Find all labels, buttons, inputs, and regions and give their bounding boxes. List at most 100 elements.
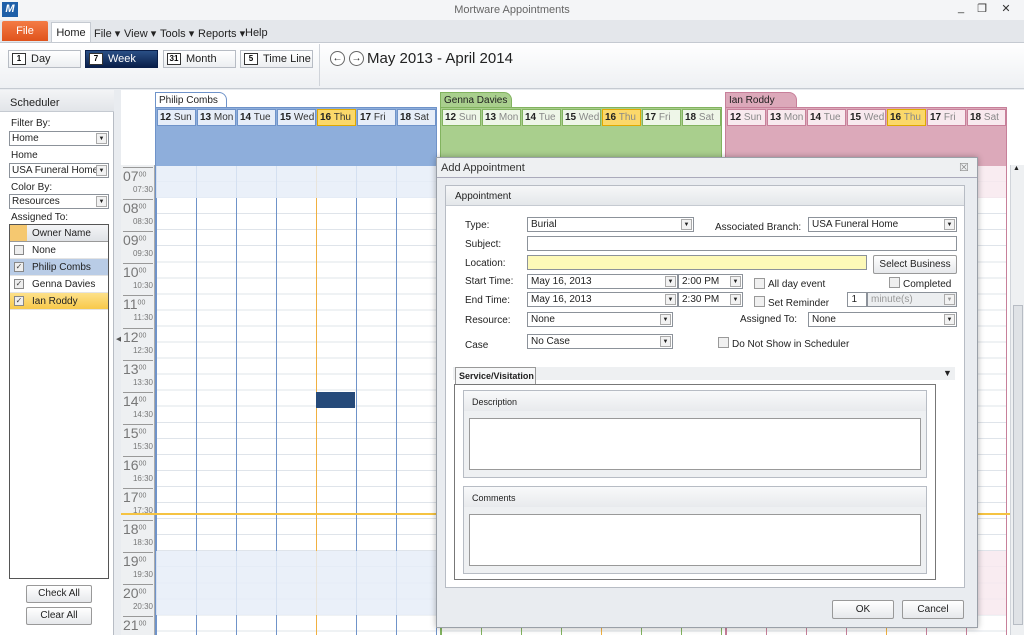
menu-view[interactable]: View ▾ [124, 27, 156, 40]
day-header[interactable]: 14 Tue [807, 109, 846, 126]
comments-textarea[interactable] [469, 514, 921, 566]
subject-label: Subject: [465, 239, 502, 250]
filter-by-select[interactable]: Home ▼ [9, 131, 109, 146]
minutes: 30 [144, 602, 153, 612]
set-reminder-checkbox[interactable] [754, 296, 765, 307]
location-label: Location: [465, 258, 506, 269]
close-button[interactable]: ✕ [997, 2, 1015, 15]
restore-button[interactable]: ❐ [973, 2, 991, 15]
checkbox[interactable]: ✓ [14, 296, 24, 306]
owner-name-header[interactable]: Owner Name [32, 225, 91, 242]
all-day-checkbox[interactable] [754, 278, 765, 289]
end-time-select[interactable]: 2:30 PM ▼ [678, 292, 743, 307]
scroll-up-icon[interactable]: ▲ [1013, 165, 1020, 172]
select-business-button[interactable]: Select Business [873, 255, 957, 274]
color-by-label: Color By: [11, 182, 53, 193]
resource-tab[interactable]: Philip Combs [155, 92, 227, 107]
day-header[interactable]: 18 Sat [682, 109, 721, 126]
branch-select[interactable]: USA Funeral Home ▼ [808, 217, 957, 232]
type-label: Type: [465, 220, 490, 231]
day-header[interactable]: 13 Mon [482, 109, 521, 126]
resource-tab[interactable]: Genna Davies [440, 92, 512, 107]
completed-checkbox[interactable] [889, 277, 900, 288]
menu-file[interactable]: File ▾ [94, 27, 120, 40]
description-textarea[interactable] [469, 418, 921, 470]
reminder-stepper[interactable]: 1 [847, 292, 867, 307]
end-date-picker[interactable]: May 16, 2013 ▼ [527, 292, 678, 307]
minutes: 00 [137, 299, 146, 307]
prev-arrow-icon[interactable]: ← [330, 51, 345, 66]
resource-select[interactable]: None ▼ [527, 312, 673, 327]
checkbox[interactable]: ✓ [14, 279, 24, 289]
day-name: Sun [173, 112, 192, 123]
day-header[interactable]: 13 Mon [767, 109, 806, 126]
tab-menu-icon[interactable]: ▼ [943, 368, 952, 378]
tab-home[interactable]: Home [51, 22, 91, 43]
menu-help[interactable]: Help [245, 27, 268, 39]
day-header[interactable]: 15 Wed [562, 109, 601, 126]
checkbox[interactable]: ✓ [14, 262, 24, 272]
day-header[interactable]: 16 Thu [317, 109, 356, 126]
day-header[interactable]: 16 Thu [602, 109, 641, 126]
minutes: 00 [138, 620, 147, 628]
type-select[interactable]: Burial ▼ [527, 217, 694, 232]
panel-title: Scheduler [0, 90, 114, 112]
file-button[interactable]: File [2, 21, 48, 41]
day-header[interactable]: 14 Tue [522, 109, 561, 126]
do-not-show-checkbox[interactable] [718, 337, 729, 348]
assigned-to-select[interactable]: None ▼ [808, 312, 957, 327]
owner-row[interactable]: ✓ Ian Roddy [10, 293, 108, 310]
cancel-button[interactable]: Cancel [902, 600, 964, 619]
scrollbar[interactable]: ▲ [1010, 165, 1024, 635]
day-header[interactable]: 17 Fri [927, 109, 966, 126]
day-header[interactable]: 14 Tue [237, 109, 276, 126]
day-header[interactable]: 17 Fri [642, 109, 681, 126]
timeline-view-button[interactable]: 5 Time Line [240, 50, 313, 68]
resource-tab[interactable]: Ian Roddy [725, 92, 797, 107]
ok-button[interactable]: OK [832, 600, 894, 619]
home-select[interactable]: USA Funeral Home ▼ [9, 163, 109, 178]
close-icon[interactable]: ☒ [959, 161, 969, 174]
hour: 10 [132, 281, 142, 291]
calendar-month-icon: 31 [167, 53, 181, 65]
owner-row[interactable]: ✓ Genna Davies [10, 276, 108, 293]
case-select[interactable]: No Case ▼ [527, 334, 673, 349]
start-time-select[interactable]: 2:00 PM ▼ [678, 274, 743, 289]
day-header[interactable]: 18 Sat [967, 109, 1006, 126]
owner-row[interactable]: None [10, 242, 108, 259]
checkbox[interactable] [14, 245, 24, 255]
day-header[interactable]: 15 Wed [277, 109, 316, 126]
menu-tools[interactable]: Tools ▾ [160, 27, 194, 40]
day-header[interactable]: 12 Sun [727, 109, 766, 126]
subject-input[interactable] [527, 236, 957, 251]
tab-service-visitation[interactable]: Service/Visitation [455, 367, 536, 385]
hour: 15 [123, 424, 139, 441]
day-header[interactable]: 13 Mon [197, 109, 236, 126]
location-input[interactable] [527, 255, 867, 270]
filter-by-label: Filter By: [11, 118, 51, 129]
day-header[interactable]: 12 Sun [157, 109, 196, 126]
hour-label: 1400 14:30 [123, 391, 153, 424]
start-date-picker[interactable]: May 16, 2013 ▼ [527, 274, 678, 289]
owner-name: Genna Davies [32, 279, 96, 290]
label: Day [31, 53, 51, 65]
reminder-unit-select[interactable]: minute(s) ▼ [867, 292, 957, 307]
next-arrow-icon[interactable]: → [349, 51, 364, 66]
minimize-button[interactable]: _ [952, 2, 970, 14]
day-view-button[interactable]: 1 Day [8, 50, 81, 68]
day-header[interactable]: 17 Fri [357, 109, 396, 126]
day-header[interactable]: 15 Wed [847, 109, 886, 126]
week-view-button[interactable]: 7 Week [85, 50, 158, 68]
appointment-block[interactable] [316, 391, 355, 408]
clear-all-button[interactable]: Clear All [26, 607, 92, 625]
owner-row[interactable]: ✓ Philip Combs [10, 259, 108, 276]
scrollbar-thumb[interactable] [1013, 305, 1023, 625]
day-header[interactable]: 12 Sun [442, 109, 481, 126]
chevron-down-icon: ▼ [944, 294, 955, 305]
check-all-button[interactable]: Check All [26, 585, 92, 603]
menu-reports[interactable]: Reports ▾ [198, 27, 245, 40]
day-header[interactable]: 18 Sat [397, 109, 436, 126]
color-by-select[interactable]: Resources ▼ [9, 194, 109, 209]
day-header[interactable]: 16 Thu [887, 109, 926, 126]
month-view-button[interactable]: 31 Month [163, 50, 236, 68]
